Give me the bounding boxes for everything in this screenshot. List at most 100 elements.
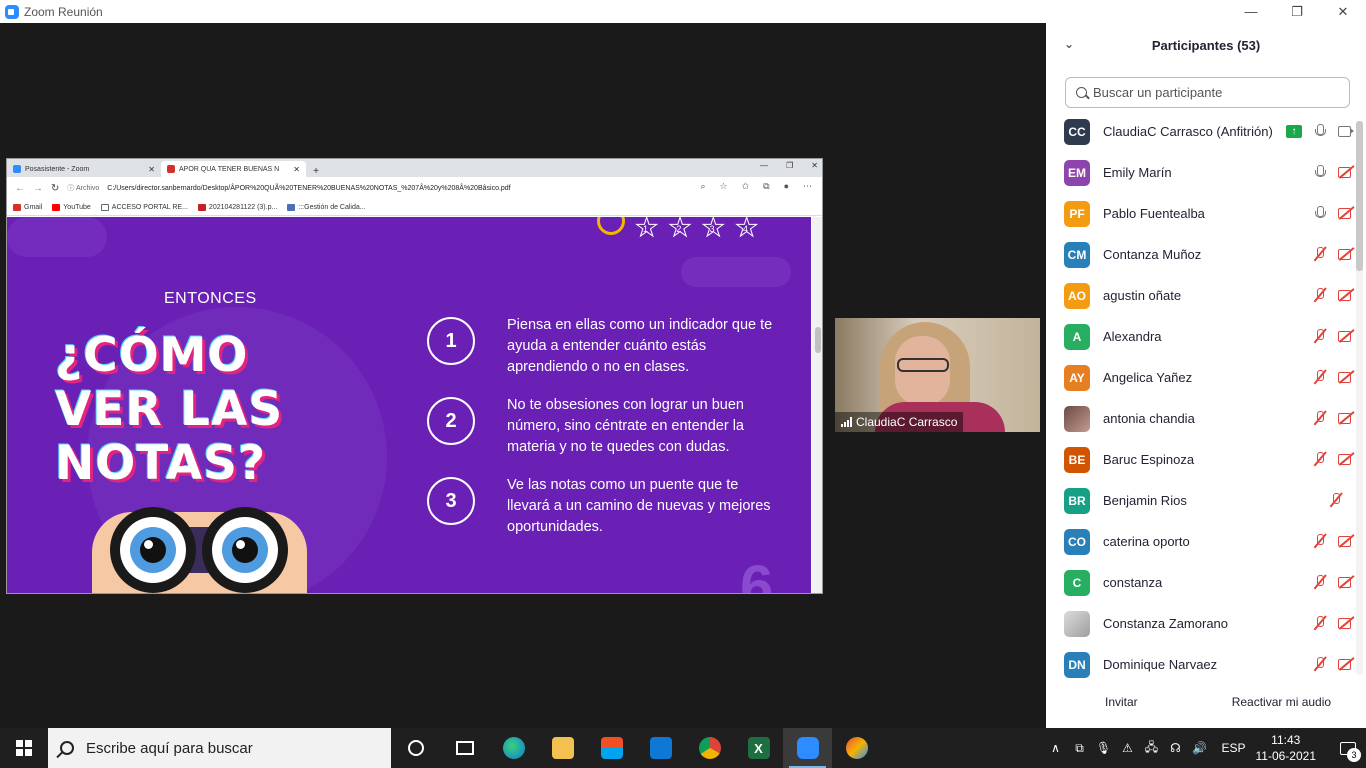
forward-arrow-icon[interactable]: → (33, 183, 43, 194)
back-arrow-icon[interactable]: ← (15, 183, 25, 194)
participant-name: caterina oporto (1103, 534, 1190, 549)
more-icon[interactable]: ⋯ (803, 181, 812, 192)
taskbar-search-input[interactable] (86, 739, 376, 757)
favorites-icon[interactable]: ✩ (742, 181, 750, 192)
chevron-down-icon[interactable]: ⌄ (1064, 37, 1074, 51)
participant-name: Dominique Narvaez (1103, 657, 1218, 672)
participant-row[interactable]: Cconstanza (1046, 562, 1354, 603)
scrollbar-thumb[interactable] (1356, 121, 1363, 271)
minimize-button[interactable]: — (1228, 0, 1274, 23)
restore-button[interactable]: ❐ (1274, 0, 1320, 23)
participant-row[interactable]: CO caterina oporto (1046, 521, 1354, 562)
headset-icon[interactable]: ☊ (1163, 741, 1187, 755)
clock[interactable]: 11:43 11-06-2021 (1256, 732, 1317, 764)
participant-status-icons (1312, 451, 1354, 467)
meet-now-icon[interactable]: ⧉ (1067, 741, 1091, 756)
start-button[interactable] (0, 728, 48, 768)
participant-video-tile[interactable]: ClaudiaC Carrasco (835, 318, 1040, 432)
windows-logo-icon (16, 740, 32, 756)
close-button[interactable]: ✕ (1320, 0, 1366, 23)
pdf-icon (197, 203, 206, 211)
participant-row[interactable]: antonia chandia (1046, 398, 1354, 439)
participant-row[interactable]: BR Benjamin Rios (1046, 480, 1354, 521)
volume-icon[interactable]: 🔊 (1187, 741, 1211, 755)
network-icon[interactable]: 🖧 (1139, 738, 1163, 759)
browser-tab-zoom[interactable]: Posasistente - Zoom ✕ (7, 161, 161, 177)
ring-icon (597, 217, 625, 235)
camera-off-icon (1338, 574, 1354, 590)
folder-icon (551, 737, 574, 759)
search-icon (1076, 87, 1087, 98)
participant-list: CC ClaudiaC Carrasco (Anfitrión) ↑ EM Emily … (1046, 111, 1354, 685)
participant-row[interactable]: Constanza Zamorano (1046, 603, 1354, 644)
bookmark-label: YouTube (63, 203, 91, 211)
zoom-tab-icon (13, 165, 21, 173)
participant-row[interactable]: CC ClaudiaC Carrasco (Anfitrión) ↑ (1046, 111, 1354, 152)
participant-name: Baruc Espinoza (1103, 452, 1195, 467)
scrollbar-thumb[interactable] (815, 327, 821, 353)
participant-row[interactable]: EM Emily Marín (1046, 152, 1354, 193)
tab-close-icon[interactable]: ✕ (148, 165, 155, 174)
bookmark-pdf[interactable]: 202104281122 (3).p... (197, 203, 277, 211)
microphone-muted-icon (1312, 615, 1328, 631)
url-field[interactable]: C:/Users/director.sanbernardo/Desktop/ÂP… (107, 185, 510, 192)
participant-row[interactable]: A Alexandra (1046, 316, 1354, 357)
edge-icon (502, 737, 525, 759)
tab-close-icon[interactable]: ✕ (293, 165, 300, 174)
invite-button[interactable]: Invitar (1097, 691, 1146, 713)
item-text: Ve las notas como un puente que te lleva… (507, 477, 771, 535)
participant-row[interactable]: DN Dominique Narvaez (1046, 644, 1354, 685)
bookmark-gmail[interactable]: Gmail (13, 203, 42, 211)
participant-row[interactable]: BE Baruc Espinoza (1046, 439, 1354, 480)
warning-icon[interactable]: ⚠ (1115, 741, 1139, 755)
new-tab-button[interactable]: + (306, 166, 326, 177)
microphone-muted-icon (1312, 574, 1328, 590)
collections-icon[interactable]: ⧉ (763, 181, 769, 192)
profile-icon[interactable]: ● (784, 181, 789, 192)
zoom-lens-icon[interactable]: ⌕ (700, 181, 705, 192)
pdf-scrollbar[interactable] (812, 217, 822, 593)
file-explorer-button[interactable] (538, 728, 587, 768)
browser-close-button[interactable]: ✕ (811, 161, 818, 170)
participant-status-icons (1328, 492, 1354, 508)
excel-button[interactable]: X (734, 728, 783, 768)
participant-search[interactable] (1065, 77, 1350, 108)
microphone-muted-icon (1312, 656, 1328, 672)
favorite-add-icon[interactable]: ☆ (720, 181, 728, 192)
chevron-up-icon[interactable]: ∧ (1043, 741, 1067, 755)
zoom-button[interactable] (783, 728, 832, 768)
language-indicator[interactable]: ESP (1221, 741, 1245, 755)
browser-restore-button[interactable]: ❐ (786, 161, 793, 170)
task-view-button[interactable] (440, 728, 489, 768)
slide-item-2: 2 No te obsesiones con lograr un buen nú… (427, 395, 775, 458)
action-center-button[interactable]: 3 (1330, 728, 1366, 768)
store-button[interactable] (587, 728, 636, 768)
camera-off-icon (1338, 164, 1354, 180)
unmute-self-button[interactable]: Reactivar mi audio (1224, 691, 1339, 713)
bookmark-youtube[interactable]: YouTube (52, 203, 91, 211)
browser-minimize-button[interactable]: — (760, 161, 768, 170)
participant-row[interactable]: CM Contanza Muñoz (1046, 234, 1354, 275)
participant-search-input[interactable] (1093, 85, 1333, 100)
avatar: AY (1064, 364, 1090, 391)
participant-row[interactable]: AY Angelica Yañez (1046, 357, 1354, 398)
bookmark-gestion[interactable]: :::Gestión de Calida... (287, 203, 366, 211)
mail-button[interactable] (636, 728, 685, 768)
zoom-title-bar: Zoom Reunión — ❐ ✕ (0, 0, 1366, 23)
participants-scrollbar[interactable] (1356, 121, 1363, 675)
taskbar-search[interactable] (48, 728, 391, 768)
cortana-button[interactable] (391, 728, 440, 768)
paint-button[interactable] (832, 728, 881, 768)
bookmark-portal[interactable]: ACCESO PORTAL RE... (100, 203, 188, 211)
gmail-icon (13, 203, 21, 211)
reload-icon[interactable]: ↻ (51, 183, 59, 194)
browser-tab-pdf[interactable]: ÂPOR QUÃ TENER BUENAS NOT ✕ (161, 161, 306, 177)
camera-off-icon (1338, 533, 1354, 549)
participant-row[interactable]: AO agustin oñate (1046, 275, 1354, 316)
chrome-button[interactable] (685, 728, 734, 768)
participant-status-icons (1312, 656, 1354, 672)
edge-button[interactable] (489, 728, 538, 768)
mail-icon (649, 737, 672, 759)
participant-row[interactable]: PF Pablo Fuentealba (1046, 193, 1354, 234)
microphone-icon[interactable]: 🎙 (1091, 741, 1115, 755)
